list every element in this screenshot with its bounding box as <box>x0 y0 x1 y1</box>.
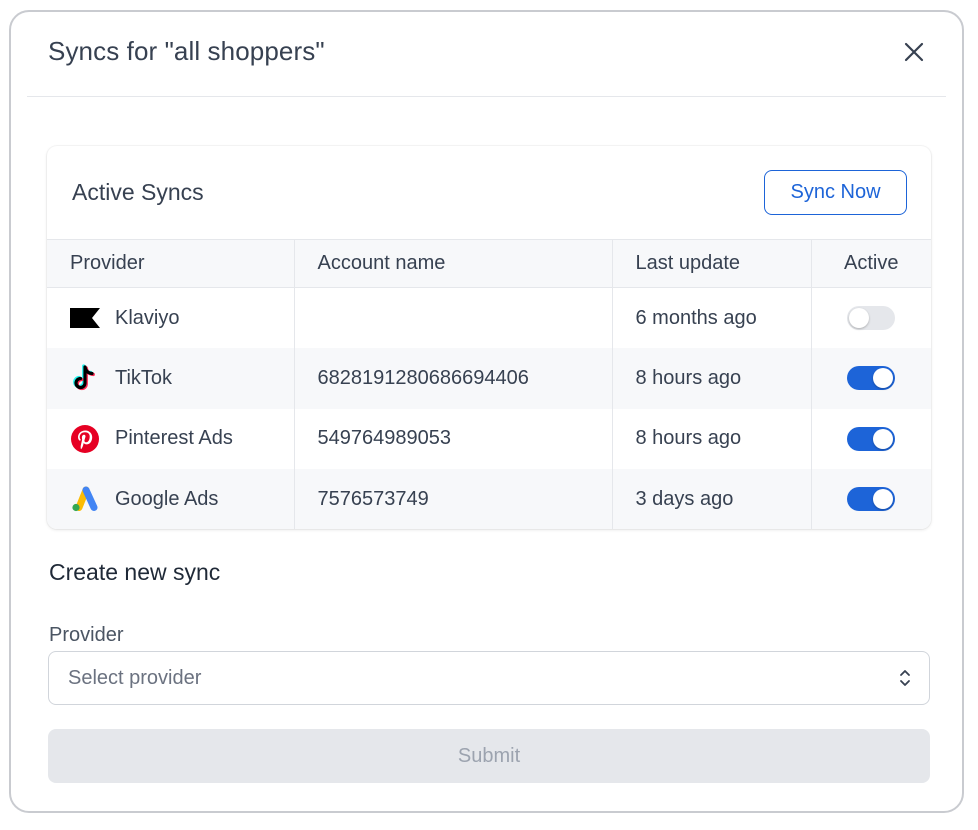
close-icon <box>904 42 924 62</box>
column-header-active: Active <box>810 239 931 288</box>
column-header-last-update: Last update <box>611 239 811 288</box>
syncs-table: Provider Account name Last update Active… <box>47 239 931 529</box>
column-header-provider: Provider <box>47 239 294 288</box>
klaviyo-icon <box>70 303 100 333</box>
toggle-knob <box>873 368 894 389</box>
syncs-modal: Syncs for "all shoppers" Active Syncs Sy… <box>9 10 964 813</box>
table-row: TikTok 6828191280686694406 8 hours ago <box>47 348 931 409</box>
modal-title: Syncs for "all shoppers" <box>48 36 325 66</box>
submit-button[interactable]: Submit <box>48 729 930 783</box>
toggle-knob <box>873 428 894 449</box>
modal-header: Syncs for "all shoppers" <box>11 12 962 98</box>
pinterest-icon <box>70 424 100 454</box>
provider-name: Google Ads <box>115 487 219 510</box>
provider-field-label: Provider <box>49 624 124 646</box>
google-ads-icon <box>70 484 100 514</box>
active-syncs-title: Active Syncs <box>72 179 204 205</box>
create-sync-title: Create new sync <box>49 559 221 585</box>
provider-name: TikTok <box>115 366 173 389</box>
toggle-knob <box>873 489 894 510</box>
provider-select-placeholder: Select provider <box>68 666 202 689</box>
account-name-cell: 6828191280686694406 <box>293 348 612 409</box>
active-toggle[interactable] <box>847 366 896 391</box>
active-toggle[interactable] <box>847 306 896 330</box>
close-button[interactable] <box>902 40 926 64</box>
last-update-cell: 6 months ago <box>611 287 811 348</box>
table-header-row: Provider Account name Last update Active <box>47 239 931 288</box>
provider-select[interactable]: Select provider <box>48 651 930 705</box>
chevron-up-down-icon <box>900 670 910 686</box>
last-update-cell: 3 days ago <box>611 469 811 529</box>
last-update-cell: 8 hours ago <box>611 348 811 409</box>
active-toggle[interactable] <box>847 487 896 512</box>
table-row: Google Ads 7576573749 3 days ago <box>47 469 931 529</box>
header-divider <box>27 96 946 97</box>
active-syncs-card: Active Syncs Sync Now Provider Account n… <box>47 146 931 529</box>
provider-name: Pinterest Ads <box>115 427 233 450</box>
table-row: Pinterest Ads 549764989053 8 hours ago <box>47 408 931 469</box>
active-toggle[interactable] <box>847 426 896 451</box>
account-name-cell: 549764989053 <box>293 408 612 469</box>
account-name-cell <box>293 287 612 348</box>
last-update-cell: 8 hours ago <box>611 408 811 469</box>
sync-now-button[interactable]: Sync Now <box>764 170 907 215</box>
table-row: Klaviyo 6 months ago <box>47 287 931 348</box>
provider-name: Klaviyo <box>115 306 180 329</box>
account-name-cell: 7576573749 <box>293 469 612 529</box>
column-header-account-name: Account name <box>293 239 612 288</box>
toggle-knob <box>849 308 870 328</box>
tiktok-icon <box>70 363 100 393</box>
